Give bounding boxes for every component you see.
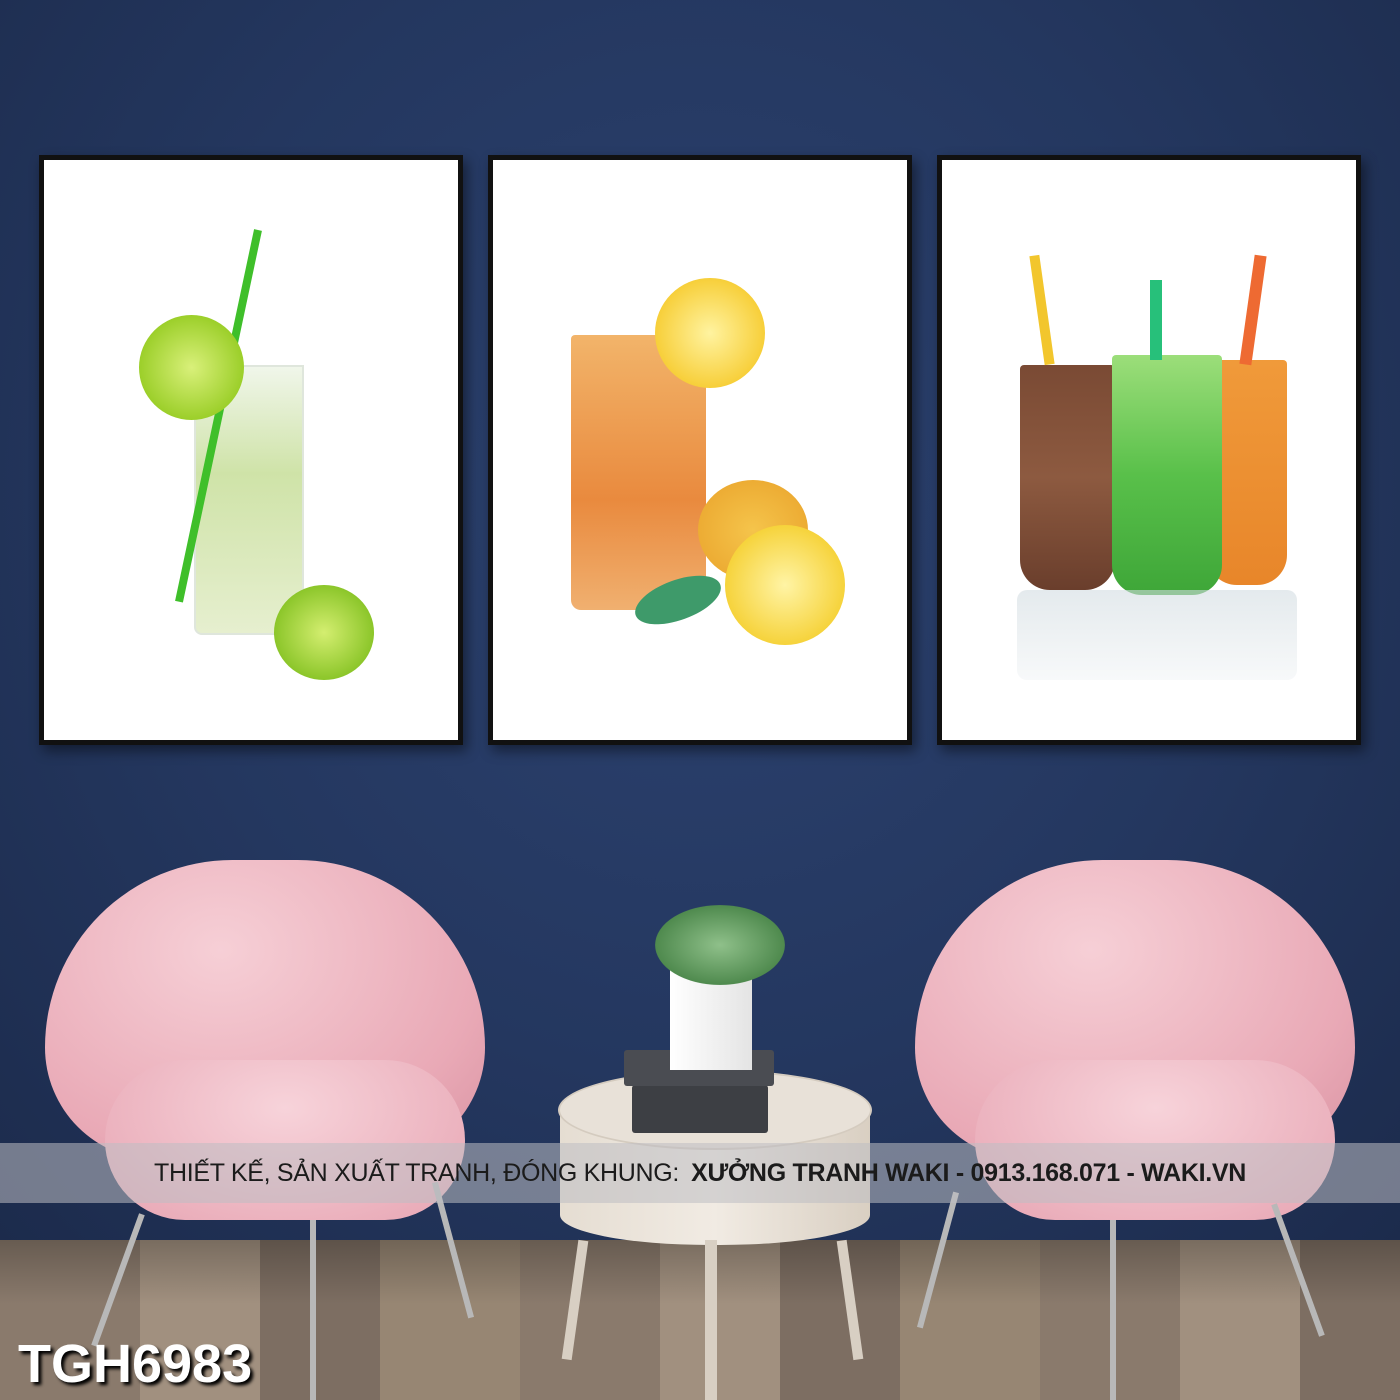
plant-leaves [655,905,785,985]
cup-matcha [1112,355,1222,595]
banner-prefix: THIẾT KẾ, SẢN XUẤT TRANH, ĐÓNG KHUNG: [153,1158,680,1187]
lime-half [274,585,374,680]
painting-bubble-tea [937,155,1361,745]
painting-lemon-tea [488,155,912,745]
banner-brand: XƯỞNG TRANH WAKI - 0913.168.071 - WAKI.V… [691,1158,1246,1187]
contact-banner: THIẾT KẾ, SẢN XUẤT TRANH, ĐÓNG KHUNG: XƯ… [0,1143,1400,1203]
straw-orange [1239,254,1267,366]
lemon-half [725,525,845,645]
straw-yellow [1029,254,1055,366]
lime-slice [139,315,244,420]
painting-mojito [39,155,463,745]
straw-green [1150,280,1162,360]
glass-stems [1017,590,1297,680]
table-leg [705,1240,717,1400]
books [632,1085,768,1133]
product-code: TGH6983 [18,1334,253,1394]
plant-pot [670,970,752,1070]
cup-chocolate [1020,365,1115,590]
lemon-slice [655,278,765,388]
